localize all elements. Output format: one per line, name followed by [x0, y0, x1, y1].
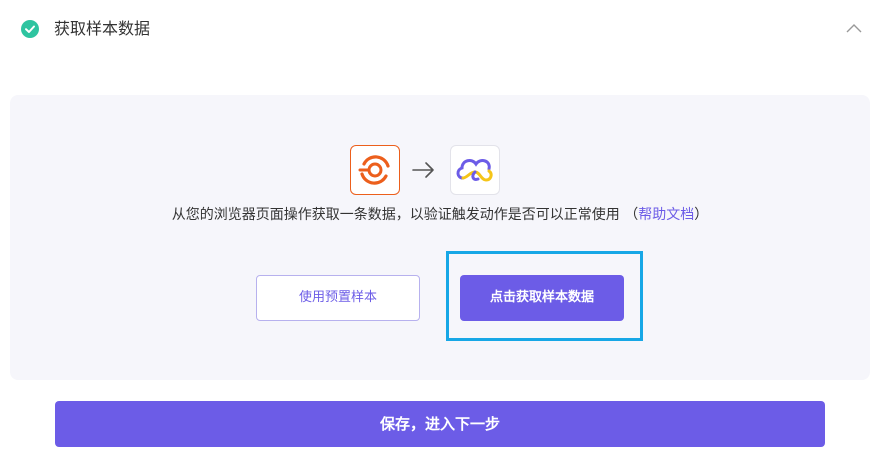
section-title: 获取样本数据 — [54, 19, 151, 38]
description-text: 从您的浏览器页面操作获取一条数据，以验证触发动作是否可以正常使用 — [171, 207, 620, 223]
sample-data-panel: 从您的浏览器页面操作获取一条数据，以验证触发动作是否可以正常使用 （帮助文档） … — [10, 95, 870, 380]
target-app-logo — [450, 145, 500, 195]
browser-automation-logo-icon — [358, 155, 390, 185]
cloud-app-logo-icon — [456, 159, 493, 182]
section-header[interactable]: 获取样本数据 — [0, 0, 881, 60]
chevron-up-icon[interactable] — [845, 22, 863, 34]
fetch-sample-data-button[interactable]: 点击获取样本数据 — [460, 275, 624, 321]
help-paren-open: （ — [624, 207, 639, 223]
arrow-right-icon — [412, 162, 434, 178]
help-paren-close: ） — [694, 207, 709, 223]
use-preset-sample-button[interactable]: 使用预置样本 — [256, 275, 420, 321]
source-app-logo — [350, 145, 400, 195]
save-and-next-button[interactable]: 保存，进入下一步 — [55, 401, 825, 447]
sample-description: 从您的浏览器页面操作获取一条数据，以验证触发动作是否可以正常使用 （帮助文档） — [10, 205, 870, 225]
check-circle-icon — [21, 20, 39, 38]
help-docs-link[interactable]: 帮助文档 — [638, 207, 694, 223]
